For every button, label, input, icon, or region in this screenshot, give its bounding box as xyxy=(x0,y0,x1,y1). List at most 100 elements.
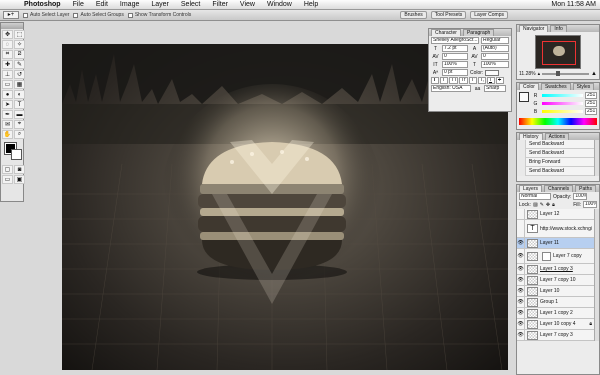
layer-comps-well[interactable]: Layer Comps xyxy=(470,11,508,19)
pen-tool-icon[interactable]: ✒ xyxy=(2,110,13,119)
menu-view[interactable]: View xyxy=(234,0,261,10)
standard-mode-icon[interactable]: ▢ xyxy=(2,165,13,174)
all-caps-button[interactable]: TT xyxy=(449,77,458,84)
eraser-tool-icon[interactable]: ▭ xyxy=(2,80,13,89)
tab-paths[interactable]: Paths xyxy=(575,185,596,192)
menu-filter[interactable]: Filter xyxy=(206,0,234,10)
horizontal-scale-field[interactable]: 100% xyxy=(481,61,509,68)
background-color[interactable] xyxy=(11,149,22,160)
color-swatches[interactable] xyxy=(3,142,22,162)
blue-value-field[interactable]: 251 xyxy=(585,108,597,115)
history-brush-icon[interactable]: ↺ xyxy=(14,70,25,79)
language-select[interactable]: English: USA xyxy=(431,85,471,92)
lasso-tool-icon[interactable]: ◌ xyxy=(2,40,13,49)
blur-tool-icon[interactable]: ● xyxy=(2,90,13,99)
layer-row[interactable]: 👁︎ Layer 1 copy 2 xyxy=(517,307,599,319)
faux-italic-button[interactable]: T xyxy=(440,77,448,84)
small-caps-button[interactable]: Tr xyxy=(459,77,468,84)
history-item[interactable]: Send Backward xyxy=(517,139,599,149)
tab-styles[interactable]: Styles xyxy=(572,83,595,90)
shape-tool-icon[interactable]: ▬ xyxy=(14,110,25,119)
visibility-toggle[interactable]: 👁︎ xyxy=(517,274,525,286)
faux-bold-button[interactable]: T xyxy=(431,77,439,84)
vertical-scale-field[interactable]: 100% xyxy=(442,61,468,68)
text-color-swatch[interactable] xyxy=(485,69,500,76)
tab-paragraph[interactable]: Paragraph xyxy=(462,29,495,36)
color-spectrum-bar[interactable] xyxy=(519,118,597,125)
visibility-toggle[interactable]: 👁︎ xyxy=(517,296,525,308)
visibility-toggle[interactable]: 👁︎ xyxy=(517,237,525,249)
auto-select-groups-checkbox[interactable]: Auto Select Groups xyxy=(73,12,124,18)
marquee-tool-icon[interactable]: ⬚ xyxy=(14,30,25,39)
font-family-select[interactable]: Shelley AllegroScr... xyxy=(431,37,479,44)
path-select-icon[interactable]: ➤ xyxy=(2,100,13,109)
layer-row[interactable]: 👁︎ Layer 10 xyxy=(517,285,599,297)
opacity-field[interactable]: 100% xyxy=(573,193,588,200)
visibility-toggle[interactable] xyxy=(517,208,525,220)
lock-all-icon[interactable]: 🔒︎ xyxy=(552,202,555,208)
layer-row[interactable]: 👁︎ Layer 10 copy 4 🔒︎ xyxy=(517,318,599,330)
menu-file[interactable]: File xyxy=(67,0,90,10)
menu-photoshop[interactable]: Photoshop xyxy=(18,0,67,10)
subscript-button[interactable]: T, xyxy=(478,77,486,84)
lock-transparency-icon[interactable]: ▨ xyxy=(533,202,538,208)
visibility-toggle[interactable] xyxy=(517,219,525,238)
quickmask-mode-icon[interactable]: ◙ xyxy=(14,165,25,174)
layer-row[interactable]: Thttp://www.stock.xchng/photo/1181... xyxy=(517,219,599,238)
magic-wand-icon[interactable]: ✧ xyxy=(14,40,25,49)
layer-row[interactable]: 👁︎ Layer 7 copy 10 xyxy=(517,274,599,286)
visibility-toggle[interactable]: 👁︎ xyxy=(517,307,525,319)
color-fg-swatch[interactable] xyxy=(519,92,529,102)
navigator-zoom-field[interactable]: 11.28% xyxy=(519,71,536,77)
dodge-tool-icon[interactable]: ◐ xyxy=(14,90,25,99)
zoom-in-icon[interactable]: ▲ xyxy=(591,71,597,77)
green-slider[interactable] xyxy=(542,102,583,105)
healing-brush-icon[interactable]: ✚ xyxy=(2,60,13,69)
tool-presets-well[interactable]: Tool Presets xyxy=(430,11,467,19)
tracking-field[interactable]: 0 xyxy=(481,53,509,60)
crop-tool-icon[interactable]: ⌗ xyxy=(2,50,13,59)
baseline-shift-field[interactable]: 0 pt xyxy=(442,69,468,76)
visibility-toggle[interactable]: 👁︎ xyxy=(517,263,525,275)
zoom-out-icon[interactable]: ▴ xyxy=(538,71,541,77)
history-item[interactable]: Bring Forward xyxy=(517,157,599,167)
slice-tool-icon[interactable]: ⧄ xyxy=(14,50,25,59)
superscript-button[interactable]: T' xyxy=(469,77,477,84)
brush-tool-icon[interactable]: ✎ xyxy=(14,60,25,69)
move-tool-preset-icon[interactable]: ▸+ xyxy=(3,11,19,19)
tab-swatches[interactable]: Swatches xyxy=(540,83,571,90)
leading-field[interactable]: (Auto) xyxy=(481,45,509,52)
history-item[interactable]: Send Backward xyxy=(517,148,599,158)
antialias-select[interactable]: Sharp xyxy=(484,85,506,92)
lock-position-icon[interactable]: ✥ xyxy=(546,202,550,208)
tab-character[interactable]: Character xyxy=(431,29,461,36)
history-scrollbar[interactable] xyxy=(594,140,599,176)
history-item[interactable]: Send Backward xyxy=(517,166,599,176)
screen-mode-1-icon[interactable]: ▭ xyxy=(2,175,13,184)
gradient-tool-icon[interactable]: ▦ xyxy=(14,80,25,89)
tab-info[interactable]: Info xyxy=(550,25,567,32)
zoom-tool-icon[interactable]: ⌕ xyxy=(14,130,25,139)
visibility-toggle[interactable]: 👁︎ xyxy=(517,329,525,341)
tab-channels[interactable]: Channels xyxy=(544,185,574,192)
layer-row[interactable]: 👁︎ Layer 1 copy 3 xyxy=(517,263,599,275)
notes-tool-icon[interactable]: ✉ xyxy=(2,120,13,129)
menu-edit[interactable]: Edit xyxy=(90,0,114,10)
zoom-slider[interactable] xyxy=(542,71,590,76)
strikethrough-button[interactable]: T xyxy=(496,77,504,84)
brushes-well[interactable]: Brushes xyxy=(400,11,427,19)
menu-help[interactable]: Help xyxy=(298,0,324,10)
red-value-field[interactable]: 251 xyxy=(585,92,597,99)
font-size-field[interactable]: 7.2 pt xyxy=(442,45,468,52)
visibility-toggle[interactable]: 👁︎ xyxy=(517,318,525,330)
menu-select[interactable]: Select xyxy=(175,0,206,10)
kerning-field[interactable]: 0 xyxy=(442,53,468,60)
auto-select-layer-checkbox[interactable]: Auto Select Layer xyxy=(23,12,69,18)
layer-row[interactable]: 👁︎ Layer 7 copy 3 xyxy=(517,329,599,341)
tab-layers[interactable]: Layers xyxy=(519,185,543,192)
menu-window[interactable]: Window xyxy=(261,0,298,10)
show-transform-checkbox[interactable]: Show Transform Controls xyxy=(127,12,191,18)
tab-actions[interactable]: Actions xyxy=(544,133,569,140)
clone-stamp-icon[interactable]: ⊥ xyxy=(2,70,13,79)
navigator-preview[interactable] xyxy=(535,35,581,69)
